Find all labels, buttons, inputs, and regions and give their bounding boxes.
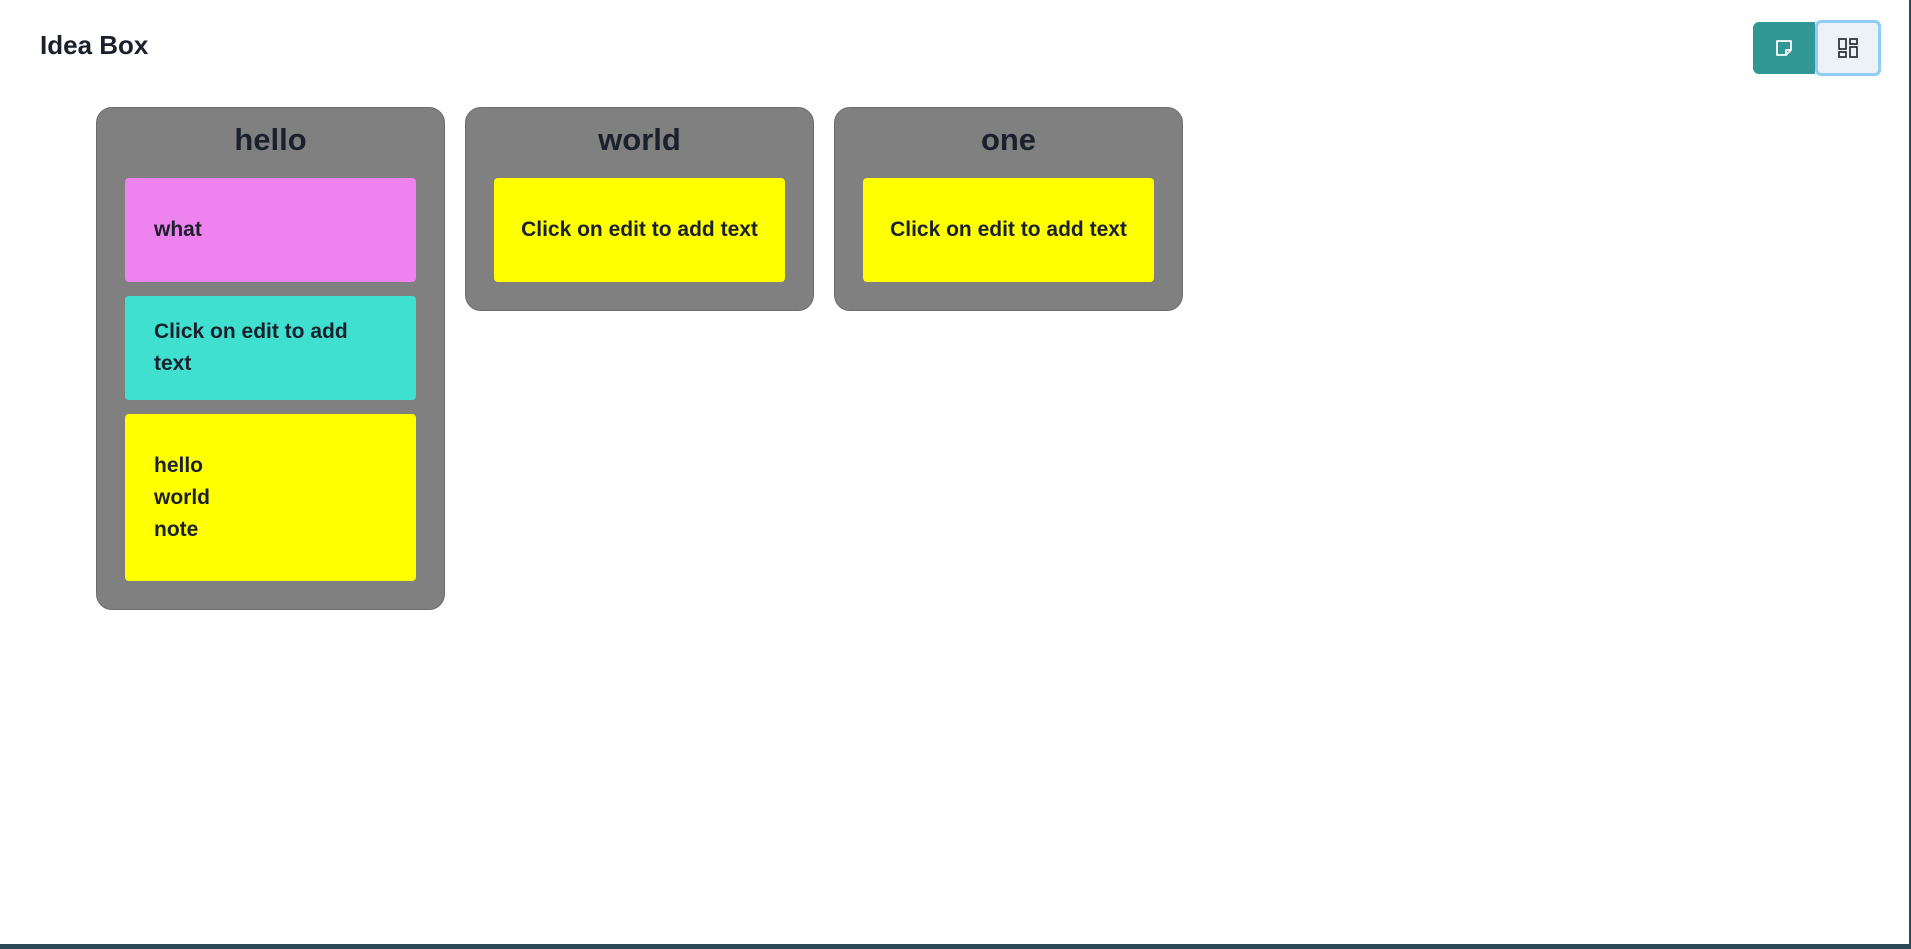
note-text: Click on edit to add text [521, 218, 758, 241]
board-title: hello [234, 122, 307, 157]
note-card[interactable]: what [125, 178, 416, 282]
sticky-note-icon [1776, 40, 1792, 56]
note-text: what [154, 218, 202, 241]
board-hello: hello what Click on edit to add text hel… [96, 107, 445, 610]
add-board-button[interactable] [1815, 20, 1881, 76]
note-text: hello world note [154, 453, 210, 541]
note-card[interactable]: Click on edit to add text [125, 296, 416, 400]
board-title: world [598, 122, 681, 157]
app-page: Idea Box hello what Click on edit to add… [0, 0, 1911, 949]
board-title: one [980, 122, 1037, 157]
board-world: world Click on edit to add text [465, 107, 814, 311]
add-note-button[interactable] [1753, 22, 1815, 74]
note-card[interactable]: Click on edit to add text [494, 178, 785, 282]
board-area: hello what Click on edit to add text hel… [96, 107, 1183, 610]
board-one: one Click on edit to add text [834, 107, 1183, 311]
note-text: Click on edit to add text [154, 320, 348, 375]
layout-grid-icon [1838, 38, 1858, 58]
toolbar [1753, 20, 1881, 76]
app-title: Idea Box [40, 30, 149, 60]
note-text: Click on edit to add text [890, 218, 1127, 241]
note-card[interactable]: hello world note [125, 414, 416, 581]
note-card[interactable]: Click on edit to add text [863, 178, 1154, 282]
